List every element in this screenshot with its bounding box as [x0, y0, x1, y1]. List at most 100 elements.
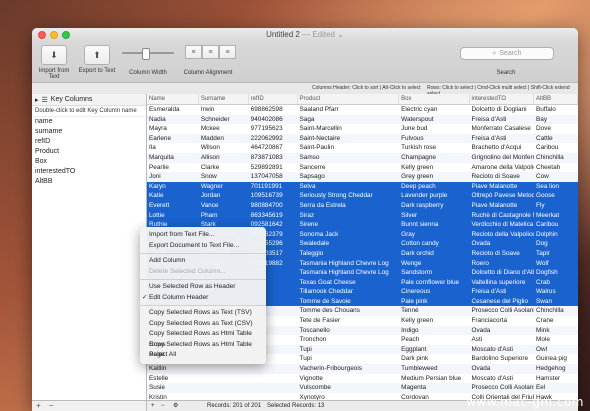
table-cell[interactable]: Vacherin-Fribourgeois	[298, 364, 400, 374]
context-menu-item[interactable]: Copy Selected Rows as Text (TSV)	[140, 308, 266, 319]
table-cell[interactable]: Bay	[534, 115, 578, 125]
remove-row-button[interactable]: −	[161, 401, 165, 411]
table-cell[interactable]: Cinereous	[399, 287, 469, 297]
table-cell[interactable]: Mayra	[147, 124, 199, 134]
table-cell[interactable]: Wenge	[399, 259, 469, 269]
key-column-item[interactable]: AltBB	[32, 177, 146, 187]
table-cell[interactable]: Sapsago	[298, 172, 400, 182]
table-row[interactable]: Marquita Allison 873871083 Samso Champagne Gr…	[147, 152, 578, 163]
table-cell[interactable]: Pearlie	[147, 163, 199, 173]
table-cell[interactable]: Jordan	[199, 191, 249, 201]
table-cell[interactable]: Earlene	[147, 134, 199, 144]
table-cell[interactable]: Tasmania Highland Chevre Log	[298, 259, 400, 269]
table-cell[interactable]: Piave Malanotte	[470, 182, 535, 192]
table-row[interactable]: Susie Vulscombe Magenta Prosecco Colli Asol…	[147, 383, 578, 393]
table-cell[interactable]: Mckee	[199, 124, 249, 134]
table-cell[interactable]: Saint-Marcellin	[298, 124, 400, 134]
table-cell[interactable]: Tapir	[534, 249, 578, 259]
table-cell[interactable]: Toscanello	[298, 326, 400, 336]
table-cell[interactable]: Tupi	[298, 354, 400, 364]
table-cell[interactable]: Prosecco Colli Asolani	[470, 306, 535, 316]
table-cell[interactable]: Estelle	[147, 374, 199, 384]
table-cell[interactable]	[249, 374, 298, 384]
table-cell[interactable]: Valtellina superiore	[470, 278, 535, 288]
table-cell[interactable]: Recioto di Soave	[470, 172, 535, 182]
table-cell[interactable]: Prosecco Colli Asolani	[470, 383, 535, 393]
table-cell[interactable]: Caribou	[534, 143, 578, 153]
table-cell[interactable]: Madden	[199, 134, 249, 144]
table-cell[interactable]: Siraz	[298, 211, 400, 221]
table-cell[interactable]: Amarone della Valpolicella	[470, 163, 535, 173]
table-cell[interactable]: Dove	[534, 124, 578, 134]
table-cell[interactable]: Swaledale	[298, 239, 400, 249]
table-cell[interactable]: Vignotte	[298, 374, 400, 384]
table-cell[interactable]: Dolphin	[534, 230, 578, 240]
key-column-item[interactable]: Product	[32, 147, 146, 157]
table-cell[interactable]: Cattle	[534, 134, 578, 144]
table-cell[interactable]: Recioto di Soave	[470, 249, 535, 259]
table-cell[interactable]	[249, 364, 298, 374]
table-row[interactable]: Ila Wilson 464720867 Saint-Paulin Turkish ro…	[147, 143, 578, 153]
table-cell[interactable]: Katie	[147, 191, 199, 201]
table-cell[interactable]: Allison	[199, 153, 249, 163]
table-cell[interactable]: Chinchilla	[534, 153, 578, 163]
table-cell[interactable]: Gray	[399, 230, 469, 240]
table-cell[interactable]: Lavender purple	[399, 191, 469, 201]
context-menu-item[interactable]: Import from Text File...	[140, 230, 266, 241]
title-chevron-icon[interactable]: ⌄	[337, 30, 344, 39]
table-cell[interactable]: Serra da Estrela	[298, 201, 400, 211]
context-menu-item[interactable]: Copy Selected Rows as Html Table Rows	[140, 329, 266, 348]
table-cell[interactable]: Recioto della Valpolicella	[470, 230, 535, 240]
table-cell[interactable]: Cesanese del Piglio	[470, 297, 535, 307]
table-cell[interactable]: Pham	[199, 211, 249, 221]
table-cell[interactable]: Mole	[534, 335, 578, 345]
table-cell[interactable]: Vulscombe	[298, 383, 400, 393]
table-cell[interactable]: Tomme des Chouans	[298, 306, 400, 316]
column-header[interactable]: Surname	[199, 94, 249, 104]
table-cell[interactable]: 222062992	[249, 134, 298, 144]
table-cell[interactable]: Saga	[298, 115, 400, 125]
table-cell[interactable]: Waterspout	[399, 115, 469, 125]
table-cell[interactable]: Turkish rose	[399, 143, 469, 153]
table-cell[interactable]: Tenné	[399, 306, 469, 316]
table-cell[interactable]: Moscato d'Asti	[470, 345, 535, 355]
table-cell[interactable]: Hamster	[534, 374, 578, 384]
align-center-icon[interactable]: ≡	[202, 45, 219, 59]
table-cell[interactable]: 701191991	[249, 182, 298, 192]
table-cell[interactable]: Dark orchid	[399, 249, 469, 259]
table-cell[interactable]: 698862598	[249, 105, 298, 115]
table-row[interactable]: Earlene Madden 222062992 Saint-Nectaire Fulv…	[147, 133, 578, 144]
table-cell[interactable]: Owl	[534, 345, 578, 355]
table-row[interactable]: Mayra Mckee 977195623 Saint-Marcellin June b…	[147, 124, 578, 134]
table-cell[interactable]: Tupi	[298, 345, 400, 355]
key-column-item[interactable]: refID	[32, 137, 146, 147]
table-cell[interactable]: Champagne	[399, 153, 469, 163]
table-cell[interactable]: Samso	[298, 153, 400, 163]
table-cell[interactable]: Silver	[399, 211, 469, 221]
table-cell[interactable]: 109516739	[249, 191, 298, 201]
align-left-icon[interactable]: ≡	[185, 45, 202, 59]
table-cell[interactable]: Asti	[470, 335, 535, 345]
context-menu-item[interactable]: Use Selected Row as Header	[140, 282, 266, 293]
table-cell[interactable]: Tete de Fasier	[298, 316, 400, 326]
table-row[interactable]: Esmeralda Irwin 698862598 Saaland Pfarr Elec…	[147, 105, 578, 115]
table-cell[interactable]: Dark pink	[399, 354, 469, 364]
table-cell[interactable]: June bud	[399, 124, 469, 134]
search-input[interactable]: ⌕ Search	[460, 47, 554, 60]
table-cell[interactable]: Piave Malanotte	[470, 201, 535, 211]
table-cell[interactable]: Grey green	[399, 172, 469, 182]
table-cell[interactable]: Tomme de Savoie	[298, 297, 400, 307]
context-menu-item[interactable]: Copy Selected Rows as Html Table Page	[140, 340, 266, 359]
table-cell[interactable]: 873871083	[249, 153, 298, 163]
table-cell[interactable]: Eggplant	[399, 345, 469, 355]
key-column-item[interactable]: surname	[32, 127, 146, 137]
key-column-item[interactable]: interestedTO	[32, 167, 146, 177]
table-cell[interactable]: Saint-Paulin	[298, 143, 400, 153]
table-cell[interactable]: Seriously Strong Cheddar	[298, 191, 400, 201]
table-cell[interactable]: 464720867	[249, 143, 298, 153]
table-cell[interactable]: Crane	[534, 316, 578, 326]
table-cell[interactable]: 977195623	[249, 124, 298, 134]
table-cell[interactable]: Dog	[534, 239, 578, 249]
table-cell[interactable]: Grignolino del Monferrato	[470, 153, 535, 163]
table-cell[interactable]: Esmeralda	[147, 105, 199, 115]
